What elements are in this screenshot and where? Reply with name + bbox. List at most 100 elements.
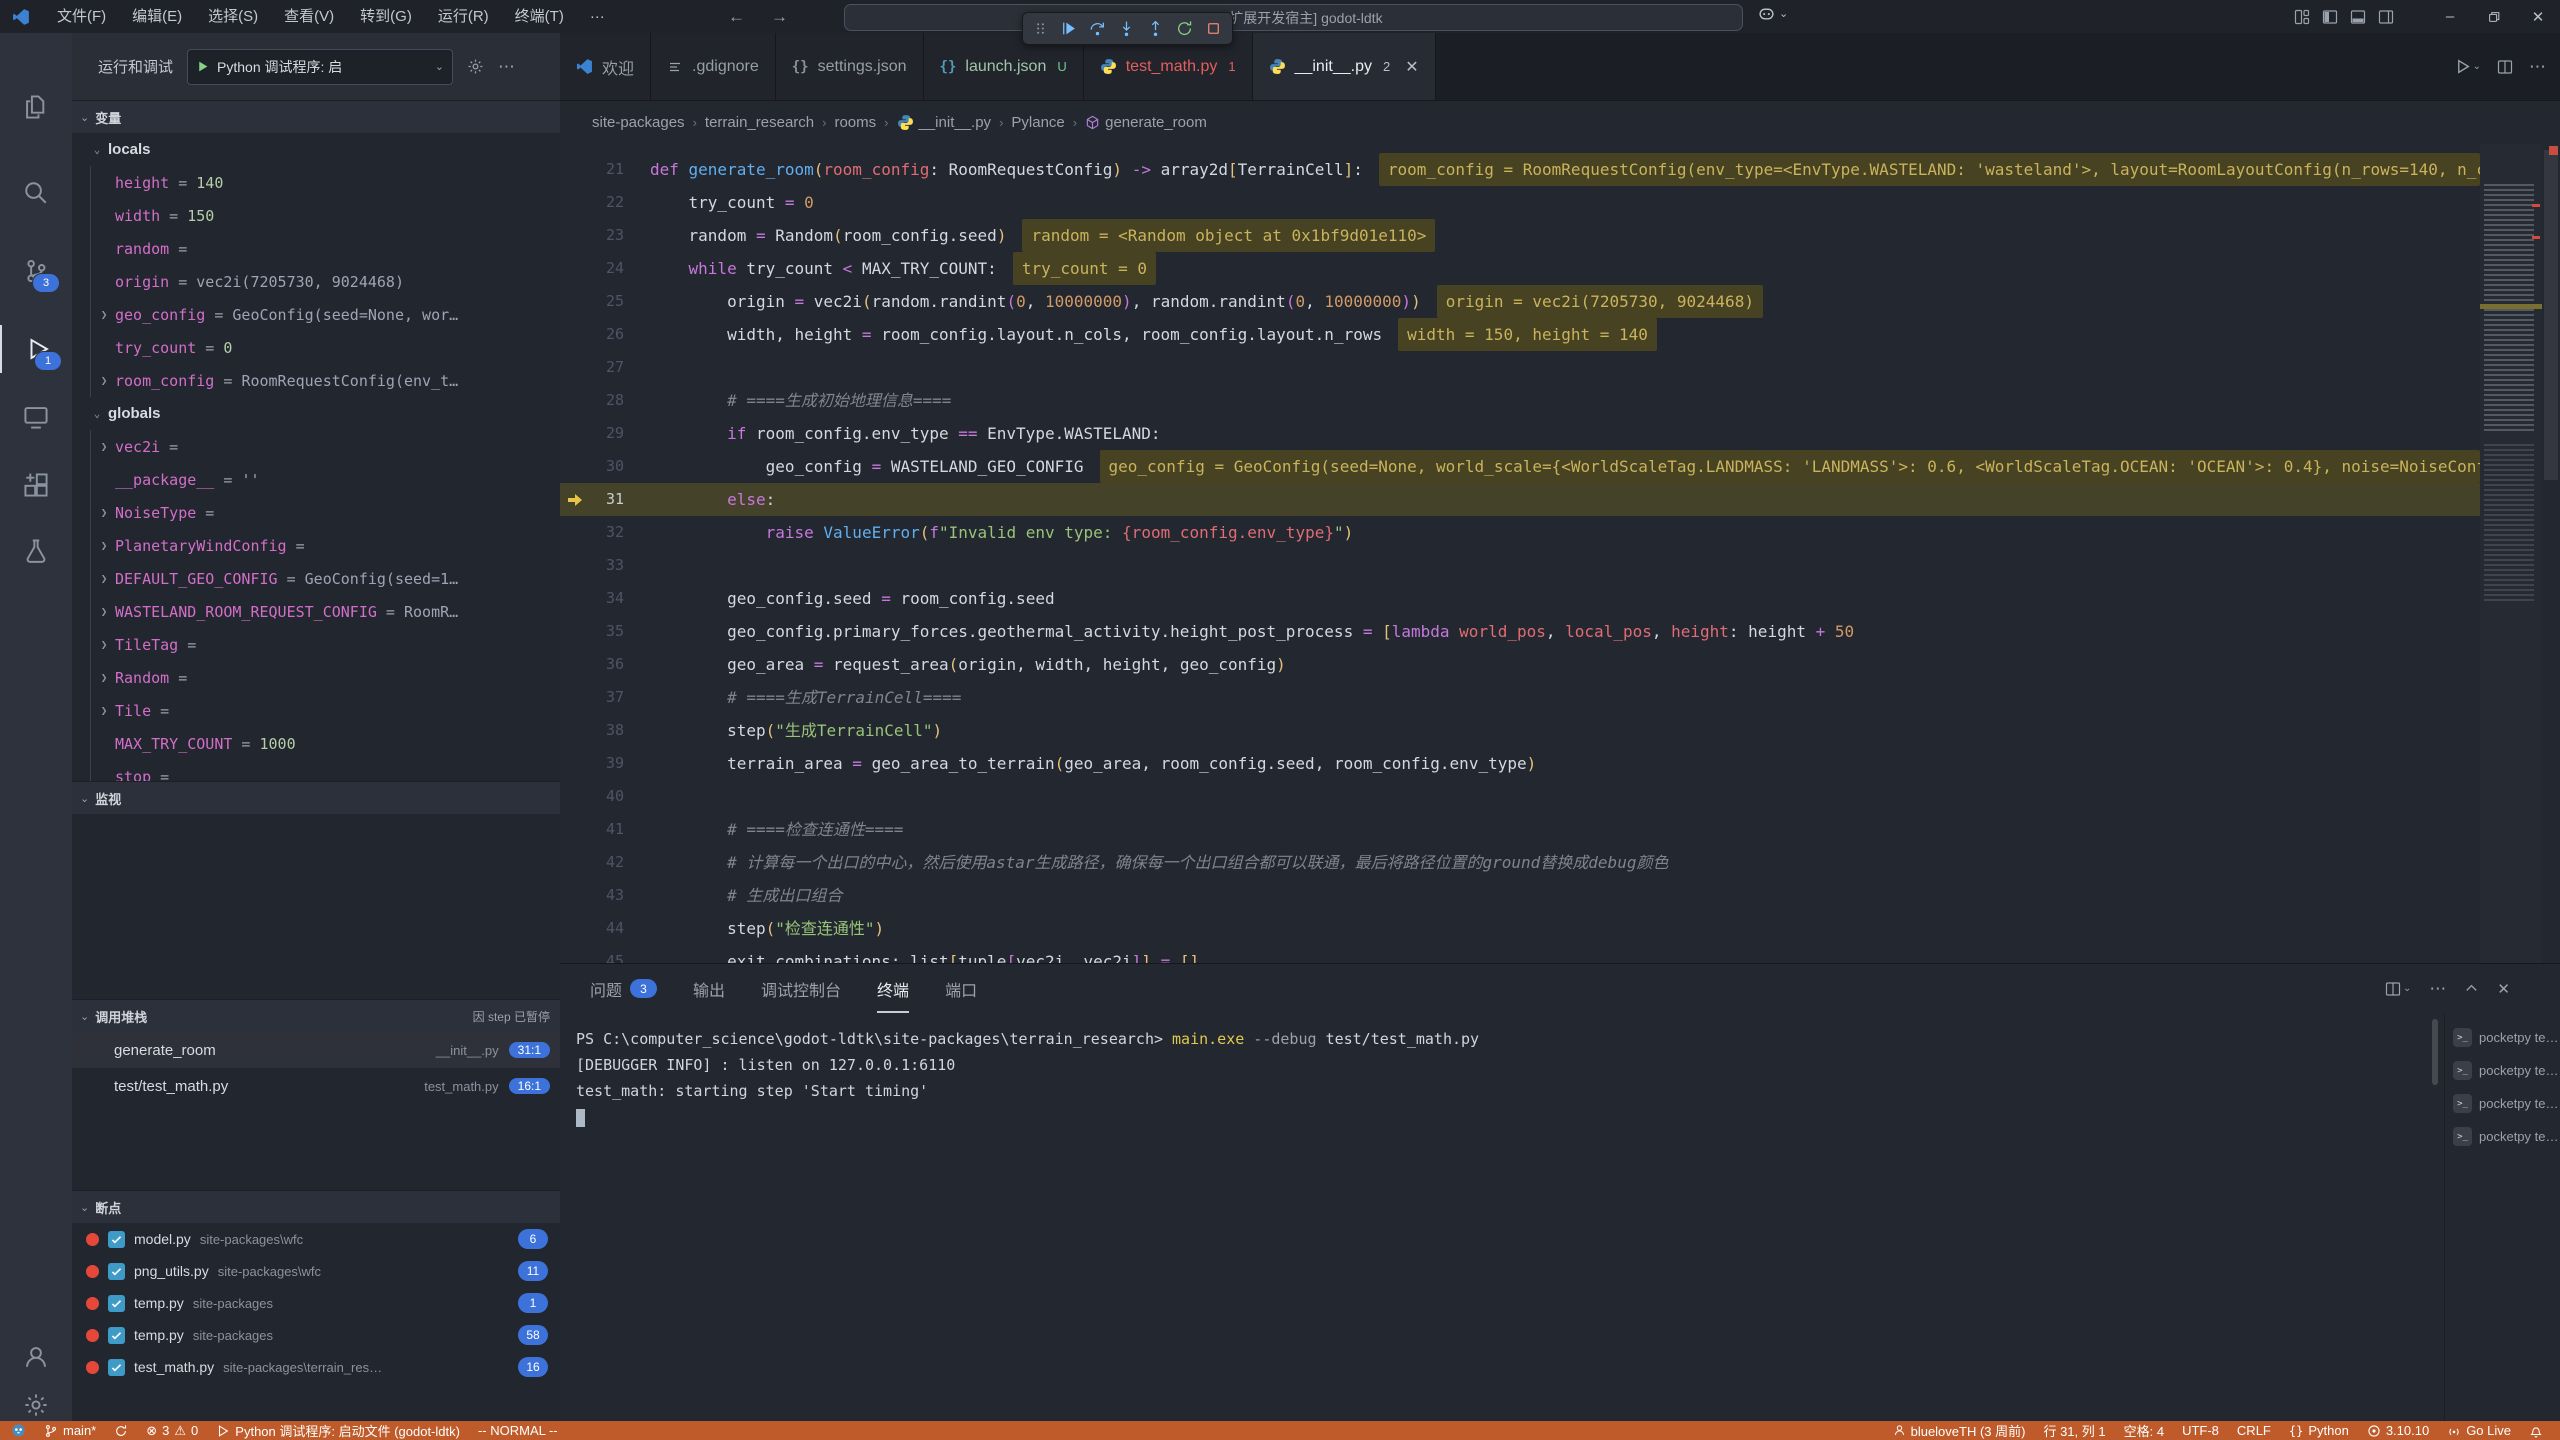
statusbar-encoding[interactable]: UTF-8 (2173, 1421, 2228, 1440)
variable-row[interactable]: ❯ vec2i = (91, 430, 560, 463)
line-number[interactable]: 37 (590, 681, 624, 714)
menu-item[interactable]: ··· (577, 0, 618, 33)
statusbar-indentation[interactable]: 空格: 4 (2115, 1421, 2173, 1440)
line-number[interactable]: 20 (590, 144, 624, 153)
debug-config-dropdown[interactable]: Python 调试程序: 启 ⌄ (187, 49, 453, 85)
terminal-instance[interactable]: >_ pocketpy te… (2445, 1087, 2560, 1120)
line-number[interactable]: 42 (590, 846, 624, 879)
editor-tab[interactable]: __init__.py 2 ✕ (1253, 33, 1436, 100)
back-icon[interactable]: ← (728, 7, 745, 27)
line-number[interactable]: 28 (590, 384, 624, 417)
run-python-file-button[interactable]: ⌄ (2454, 58, 2481, 75)
menu-item[interactable]: 终端(T) (502, 0, 577, 33)
minimize-button[interactable]: – (2428, 0, 2472, 33)
close-tab-icon[interactable]: ✕ (1405, 57, 1418, 77)
breadcrumb-item[interactable]: terrain_research (705, 114, 814, 131)
variable-row[interactable]: ❯ WASTELAND_ROOM_REQUEST_CONFIG = RoomR… (91, 595, 560, 628)
line-number[interactable]: 39 (590, 747, 624, 780)
line-number[interactable]: 41 (590, 813, 624, 846)
menu-item[interactable]: 选择(S) (195, 0, 271, 33)
statusbar-git-branch[interactable]: main* (35, 1421, 105, 1440)
variable-row[interactable]: height = 140 (91, 166, 560, 199)
editor-scrollbar[interactable] (2542, 144, 2560, 963)
panel-tab[interactable]: 调试控制台 (761, 965, 841, 1013)
variable-row[interactable]: ❯ Tile = (91, 694, 560, 727)
breakpoint-checkbox[interactable] (108, 1359, 125, 1376)
line-number[interactable]: 36 (590, 648, 624, 681)
panel-tab[interactable]: 终端 (877, 965, 909, 1013)
line-number[interactable]: 38 (590, 714, 624, 747)
variable-row[interactable]: ❯ NoiseType = (91, 496, 560, 529)
line-number[interactable]: 40 (590, 780, 624, 813)
activity-remote-explorer[interactable] (0, 393, 72, 441)
line-number[interactable]: 31 (590, 483, 624, 516)
statusbar-eol[interactable]: CRLF (2228, 1421, 2280, 1440)
line-number[interactable]: 33 (590, 549, 624, 582)
terminal-instance[interactable]: >_ pocketpy te… (2445, 1054, 2560, 1087)
panel-tab[interactable]: 端口 (945, 965, 977, 1013)
toggle-sidebar-icon[interactable] (2322, 9, 2338, 25)
statusbar-problems[interactable]: ⊗3⚠0 (137, 1421, 207, 1440)
restore-button[interactable] (2472, 0, 2516, 33)
breakpoint-row[interactable]: png_utils.py site-packages\wfc 11 (72, 1255, 560, 1287)
statusbar-godot-status[interactable] (2, 1421, 35, 1440)
line-number[interactable]: 23 (590, 219, 624, 252)
line-number[interactable]: 25 (590, 285, 624, 318)
line-number[interactable]: 29 (590, 417, 624, 450)
stack-frame[interactable]: generate_room __init__.py 31:1 (72, 1032, 560, 1068)
close-window-button[interactable]: ✕ (2516, 0, 2560, 33)
line-number[interactable]: 44 (590, 912, 624, 945)
activity-extensions[interactable] (0, 461, 72, 509)
statusbar-language-mode[interactable]: {}Python (2280, 1421, 2358, 1440)
terminal-instance[interactable]: >_ pocketpy te… (2445, 1021, 2560, 1054)
activity-source-control[interactable]: 3 (0, 247, 72, 295)
variable-row[interactable]: stop = (91, 760, 560, 781)
terminal-scrollbar[interactable] (2432, 1019, 2438, 1085)
statusbar-vim-mode[interactable]: -- NORMAL -- (469, 1421, 567, 1440)
line-number[interactable]: 45 (590, 945, 624, 963)
breadcrumb-item[interactable]: __init__.py (897, 114, 992, 131)
activity-testing[interactable] (0, 527, 72, 575)
variables-group[interactable]: ⌄locals (72, 133, 560, 166)
activity-run-debug[interactable]: 1 (0, 325, 74, 373)
customize-layout-icon[interactable] (2294, 9, 2310, 25)
variable-row[interactable]: ❯ PlanetaryWindConfig = (91, 529, 560, 562)
step-out-button[interactable] (1147, 20, 1164, 37)
continue-button[interactable] (1060, 20, 1077, 37)
line-number[interactable]: 22 (590, 186, 624, 219)
editor-more-actions-icon[interactable]: ⋯ (2529, 57, 2546, 77)
variable-row[interactable]: ❯ Random = (91, 661, 560, 694)
breadcrumb-item[interactable]: site-packages (592, 114, 685, 131)
breakpoint-row[interactable]: model.py site-packages\wfc 6 (72, 1223, 560, 1255)
statusbar-git-sync[interactable] (105, 1421, 137, 1440)
restart-button[interactable] (1176, 20, 1193, 37)
variable-row[interactable]: origin = vec2i(7205730, 9024468) (91, 265, 560, 298)
breadcrumb-item[interactable]: rooms (834, 114, 876, 131)
toggle-secondary-sidebar-icon[interactable] (2378, 9, 2394, 25)
menu-item[interactable]: 转到(G) (347, 0, 425, 33)
activity-search[interactable] (0, 169, 72, 217)
statusbar-notifications[interactable] (2520, 1421, 2552, 1440)
variable-row[interactable]: ❯ geo_config = GeoConfig(seed=None, wor… (91, 298, 560, 331)
watch-section-header[interactable]: ⌄监视 (72, 781, 560, 814)
line-number[interactable]: 32 (590, 516, 624, 549)
variable-row[interactable]: ❯ room_config = RoomRequestConfig(env_t… (91, 364, 560, 397)
terminal-output[interactable]: PS C:\computer_science\godot-ldtk\site-p… (576, 1026, 2426, 1406)
line-number[interactable]: 21 (590, 153, 624, 186)
variables-section-header[interactable]: ⌄变量 (72, 100, 560, 133)
breakpoints-section-header[interactable]: ⌄断点 (72, 1190, 560, 1223)
breakpoint-checkbox[interactable] (108, 1231, 125, 1248)
panel-more-actions-icon[interactable]: ⋯ (2429, 979, 2446, 999)
line-number[interactable]: 34 (590, 582, 624, 615)
breakpoint-checkbox[interactable] (108, 1295, 125, 1312)
sidebar-more-actions-icon[interactable]: ⋯ (498, 57, 515, 77)
activity-account[interactable] (0, 1333, 72, 1381)
variable-row[interactable]: __package__ = '' (91, 463, 560, 496)
line-number[interactable]: 27 (590, 351, 624, 384)
editor-tab[interactable]: {} settings.json (776, 33, 924, 100)
stop-button[interactable] (1205, 20, 1222, 37)
breadcrumb-item[interactable]: Pylance (1011, 114, 1064, 131)
menu-item[interactable]: 编辑(E) (119, 0, 195, 33)
code-editor[interactable]: 20 21def generate_room(room_config: Room… (560, 144, 2480, 963)
breakpoint-row[interactable]: temp.py site-packages 58 (72, 1319, 560, 1351)
